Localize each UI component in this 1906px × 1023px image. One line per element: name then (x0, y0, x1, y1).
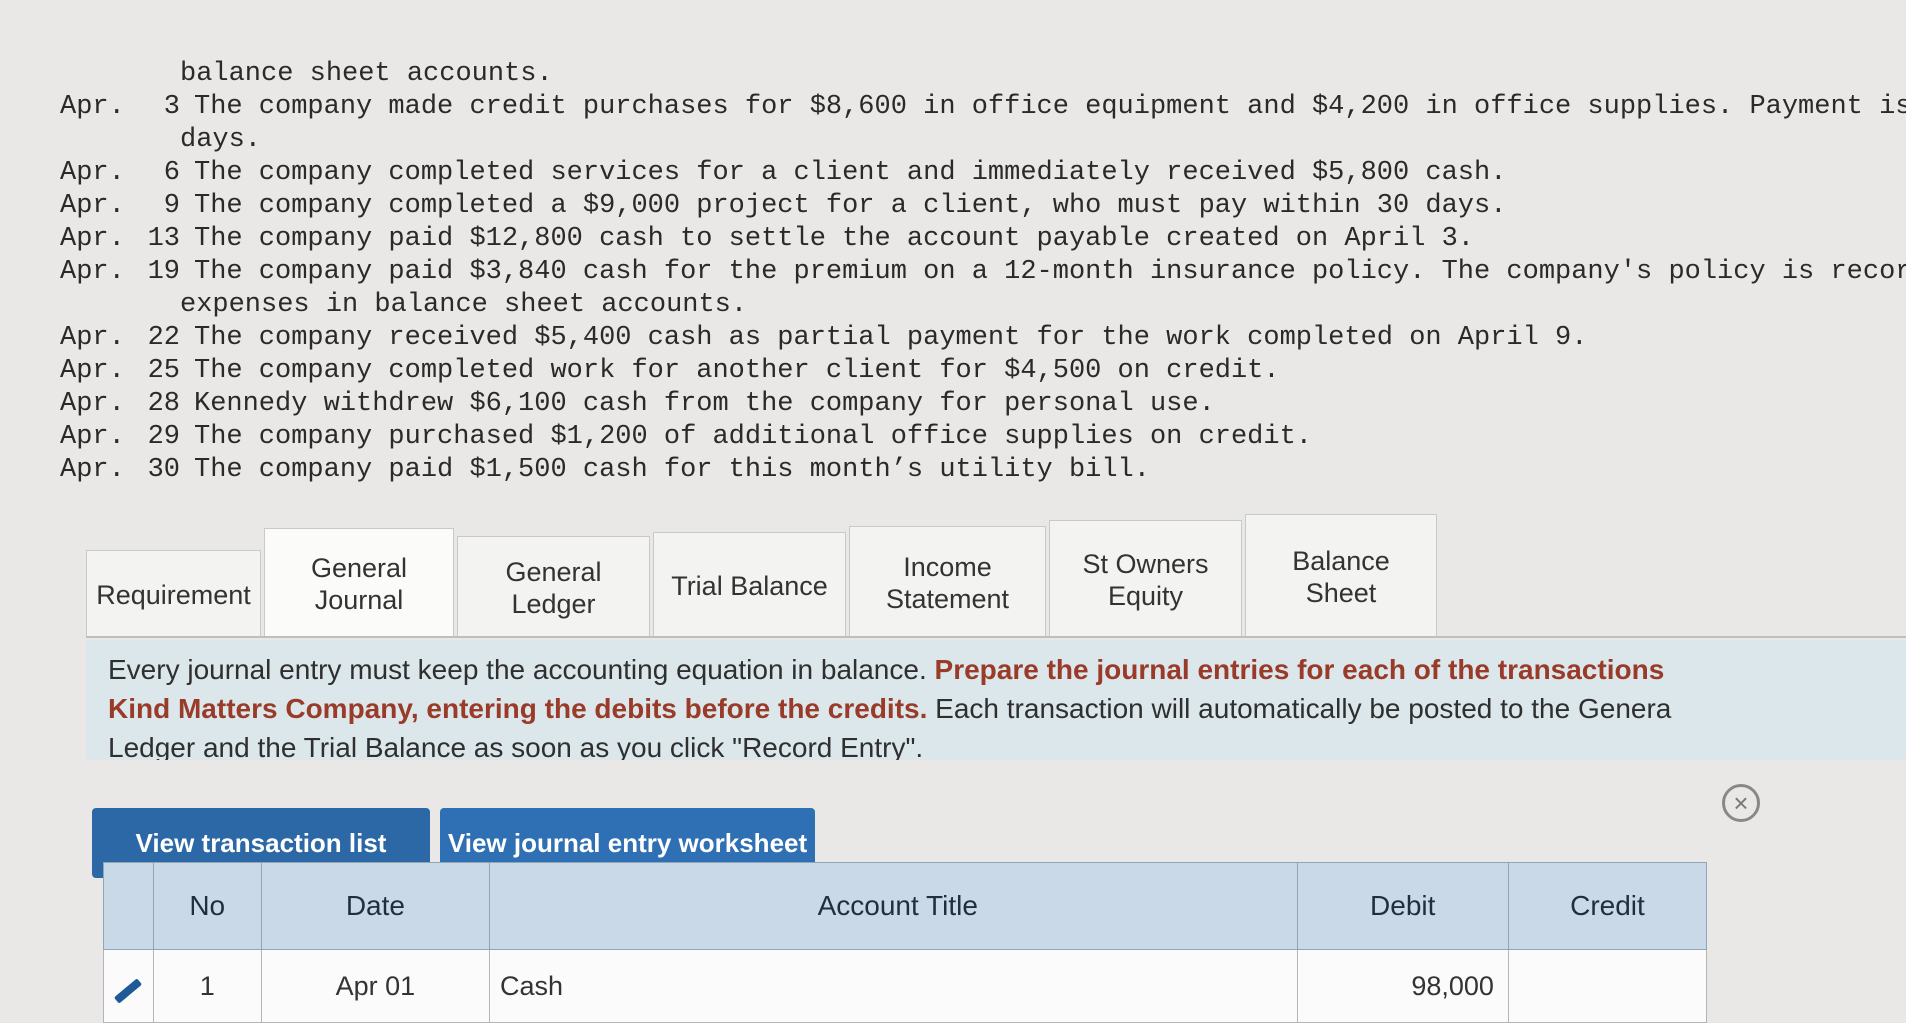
transaction-line: Apr. 3 The company made credit purchases f… (60, 91, 1906, 124)
transaction-text: Kennedy withdrew $6,100 cash from the co… (194, 389, 1215, 419)
transaction-month: Apr. (60, 422, 125, 452)
instructions-emphasis: Prepare the journal entries for each of … (934, 654, 1665, 685)
problem-transactions: balance sheet accounts. Apr. 3 The company … (60, 58, 1906, 487)
tab-label-line: Income (903, 551, 992, 582)
transaction-text: The company made credit purchases for $8… (194, 92, 1906, 122)
tab-label: Income Statement (886, 551, 1009, 615)
tab-balance-sheet[interactable]: Balance Sheet (1245, 514, 1437, 638)
transaction-line: balance sheet accounts. (60, 58, 1906, 91)
tab-label: General Journal (311, 552, 407, 616)
transaction-month: Apr. (60, 356, 125, 386)
transaction-day: 6 (163, 158, 180, 188)
transaction-line: Apr. 28 Kennedy withdrew $6,100 cash from … (60, 388, 1906, 421)
transaction-text: days. (180, 125, 262, 155)
transaction-month: Apr. (60, 455, 125, 485)
transaction-month: Apr. (60, 191, 125, 221)
pencil-icon[interactable] (113, 977, 143, 1004)
tab-label-line: Trial Balance (671, 570, 828, 601)
tab-label: General Ledger (505, 556, 601, 620)
tab-st-owners-equity[interactable]: St Owners Equity (1049, 520, 1242, 638)
tab-label: Balance Sheet (1258, 545, 1424, 609)
transaction-day: 30 (147, 455, 180, 485)
transaction-line: days. (60, 124, 1906, 157)
column-header-debit: Debit (1296, 862, 1509, 950)
column-header-date: Date (260, 862, 490, 950)
edit-column-header (103, 862, 154, 950)
tab-label: Requirement (96, 579, 251, 611)
transaction-day: 9 (163, 191, 180, 221)
tab-label-line: Balance Sheet (1292, 545, 1390, 608)
transaction-day: 19 (147, 257, 180, 287)
transaction-line: Apr. 13 The company paid $12,800 cash to s… (60, 223, 1906, 256)
instructions-text: Ledger and the Trial Balance as soon as … (108, 732, 924, 760)
transaction-month: Apr. (60, 92, 125, 122)
transaction-text: The company completed work for another c… (194, 356, 1280, 386)
transaction-line: Apr. 30 The company paid $1,500 cash for t… (60, 454, 1906, 487)
transaction-text: The company completed services for a cli… (194, 158, 1507, 188)
transaction-text: The company purchased $1,200 of addition… (194, 422, 1312, 452)
instructions-text: Each transaction will automatically be p… (927, 693, 1672, 724)
transaction-month: Apr. (60, 224, 125, 254)
tab-trial-balance[interactable]: Trial Balance (653, 532, 846, 638)
transaction-day: 25 (147, 356, 180, 386)
tab-label: St Owners Equity (1082, 548, 1208, 612)
transaction-day: 29 (147, 422, 180, 452)
transaction-line: Apr. 9 The company completed a $9,000 proj… (60, 190, 1906, 223)
transaction-month: Apr. (60, 158, 125, 188)
transaction-line: Apr. 25 The company completed work for ano… (60, 355, 1906, 388)
transaction-day: 28 (147, 389, 180, 419)
tab-label-line: Requirement (96, 579, 251, 610)
transaction-text: expenses in balance sheet accounts. (180, 290, 748, 320)
transaction-month: Apr. (60, 323, 125, 353)
transaction-line: Apr. 29 The company purchased $1,200 of ad… (60, 421, 1906, 454)
transaction-month: Apr. (60, 257, 125, 287)
transaction-line: Apr. 6 The company completed services for … (60, 157, 1906, 190)
column-header-credit: Credit (1507, 862, 1708, 950)
instructions-text: Every journal entry must keep the accoun… (108, 654, 935, 685)
transaction-day: 13 (147, 224, 180, 254)
tab-label-line: Statement (885, 583, 1010, 614)
transaction-text: The company paid $12,800 cash to settle … (194, 224, 1475, 254)
transaction-text: The company completed a $9,000 project f… (194, 191, 1507, 221)
instructions-emphasis: Kind Matters Company, entering the debit… (108, 693, 928, 724)
tab-bar: Requirement General Journal General Ledger Tr… (86, 505, 1440, 638)
tab-divider (86, 636, 1906, 638)
tab-requirement[interactable]: Requirement (86, 550, 261, 638)
tab-income-statement[interactable]: Income Statement (849, 526, 1046, 638)
transaction-text: The company paid $3,840 cash for the pre… (194, 257, 1906, 287)
instructions-panel: Every journal entry must keep the accoun… (86, 640, 1906, 760)
column-header-account-title: Account Title (488, 862, 1298, 950)
tab-general-ledger[interactable]: General Ledger (457, 536, 650, 638)
transaction-day: 22 (147, 323, 180, 353)
tab-label-line: Ledger (511, 588, 596, 619)
transaction-line: Apr. 19 The company paid $3,840 cash for t… (60, 256, 1906, 289)
tab-label-line: Equity (1107, 580, 1184, 611)
column-header-no: No (152, 862, 262, 950)
transaction-text: The company paid $1,500 cash for this mo… (194, 455, 1150, 485)
journal-table: No Date Account Title Debit Credit 1 Apr… (103, 862, 1708, 1023)
transaction-line: expenses in balance sheet accounts. (60, 289, 1906, 322)
tab-label-line: St Owners (1082, 548, 1209, 579)
close-icon[interactable]: × (1722, 784, 1760, 822)
tab-label-line: General (310, 552, 408, 583)
transaction-line: Apr. 22 The company received $5,400 cash a… (60, 322, 1906, 355)
tab-general-journal[interactable]: General Journal (264, 528, 454, 638)
transaction-text: balance sheet accounts. (180, 59, 553, 89)
tab-label: Trial Balance (671, 570, 828, 602)
tab-label-line: Journal (314, 584, 404, 615)
transaction-text: The company received $5,400 cash as part… (194, 323, 1588, 353)
transaction-day: 3 (163, 92, 180, 122)
tab-label-line: General (505, 556, 602, 587)
transaction-month: Apr. (60, 389, 125, 419)
